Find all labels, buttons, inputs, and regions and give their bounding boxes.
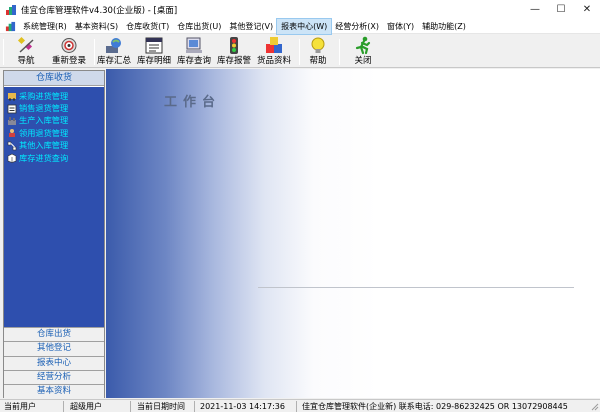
relogin-button[interactable]: 重新登录 xyxy=(47,36,91,67)
divider-line xyxy=(258,287,574,288)
goods-info-label: 货品资料 xyxy=(256,56,291,66)
nav-button[interactable]: 导航 xyxy=(10,36,42,67)
group-list: 仓库出货 其他登记 报表中心 经营分析 基本资料 xyxy=(4,327,104,399)
group-other-register[interactable]: 其他登记 xyxy=(4,341,104,356)
status-bar: 当前用户 超级用户 当前日期时间 2021-11-03 14:17:36 佳宜仓… xyxy=(0,399,600,412)
group-header-receiving[interactable]: 仓库收货 xyxy=(4,71,104,86)
nav-label: 导航 xyxy=(17,56,35,66)
task-label: 其他入库管理 xyxy=(19,140,69,151)
group-report-center[interactable]: 报表中心 xyxy=(4,355,104,370)
stock-query-icon xyxy=(7,153,17,163)
menu-basic-data[interactable]: 基本资料(S) xyxy=(71,19,122,34)
inventory-detail-button[interactable]: 库存明细 xyxy=(135,36,173,67)
window-controls: — ☐ ✕ xyxy=(522,0,600,19)
inventory-summary-icon xyxy=(106,38,121,53)
production-icon xyxy=(8,116,16,125)
close-button[interactable]: 关闭 xyxy=(348,36,378,67)
workbench-title: 工作台 xyxy=(164,95,222,110)
group-shipping[interactable]: 仓库出货 xyxy=(4,327,104,342)
menu-aux-functions[interactable]: 辅助功能(Z) xyxy=(418,19,470,34)
task-label: 库存进货查询 xyxy=(19,152,69,163)
toolbar-separator xyxy=(299,39,300,65)
task-label: 生产入库管理 xyxy=(19,115,69,126)
task-purchase[interactable]: 采购进货管理 xyxy=(4,90,104,102)
menu-bar: 系统管理(R) 基本资料(S) 仓库收货(T) 仓库出货(U) 其他登记(V) … xyxy=(0,17,600,35)
task-label: 领用退货管理 xyxy=(19,127,69,138)
lightbulb-icon xyxy=(311,37,325,53)
goods-info-button[interactable]: 货品资料 xyxy=(255,36,293,67)
task-other-inbound[interactable]: 其他入库管理 xyxy=(4,140,104,152)
sales-return-icon xyxy=(7,104,17,113)
desktop-area: 工作台 xyxy=(106,69,600,398)
minimize-button[interactable]: — xyxy=(522,0,548,19)
menu-shipping[interactable]: 仓库出货(U) xyxy=(173,19,225,34)
task-sales-return[interactable]: 销售退货管理 xyxy=(4,102,104,114)
status-date-label: 当前日期时间 xyxy=(137,402,185,411)
inventory-detail-label: 库存明细 xyxy=(136,56,171,66)
inventory-alarm-label: 库存报警 xyxy=(216,56,251,66)
status-user-label: 当前用户 xyxy=(4,402,36,411)
menu-receiving[interactable]: 仓库收货(T) xyxy=(122,19,173,34)
group-body-receiving: 采购进货管理 销售退货管理 生产入库管理 领用退货管理 其他入库管理 库存进货查… xyxy=(4,87,104,327)
status-separator xyxy=(194,401,195,412)
status-user-value: 超级用户 xyxy=(70,402,102,411)
title-bar: 佳宜仓库管理软件v4.30(企业版) - [桌面] — ☐ ✕ xyxy=(0,0,600,19)
relogin-icon xyxy=(61,38,77,53)
window-title: 佳宜仓库管理软件v4.30(企业版) - [桌面] xyxy=(21,5,178,16)
help-label: 帮助 xyxy=(309,56,327,66)
inventory-summary-button[interactable]: 库存汇总 xyxy=(95,36,133,67)
group-business-analysis[interactable]: 经营分析 xyxy=(4,369,104,385)
inventory-detail-icon xyxy=(145,37,163,54)
inventory-query-label: 库存查询 xyxy=(176,56,211,66)
close-window-button[interactable]: ✕ xyxy=(574,0,600,19)
status-separator xyxy=(130,401,131,412)
close-label: 关闭 xyxy=(354,56,372,66)
task-label: 采购进货管理 xyxy=(19,90,69,101)
requisition-return-icon xyxy=(9,129,15,138)
app-icon xyxy=(6,4,16,15)
left-nav-panel: 仓库收货 采购进货管理 销售退货管理 生产入库管理 领用退货管理 其他入库管理 xyxy=(3,70,105,399)
status-company-info: 佳宜仓库管理软件(企业新) 联系电话: 029-86232425 OR 1307… xyxy=(302,402,568,411)
app-window: 佳宜仓库管理软件v4.30(企业版) - [桌面] — ☐ ✕ 系统管理(R) … xyxy=(0,0,600,412)
traffic-light-icon xyxy=(230,37,238,54)
inventory-query-icon xyxy=(186,37,202,53)
task-production[interactable]: 生产入库管理 xyxy=(4,115,104,127)
menu-other-register[interactable]: 其他登记(V) xyxy=(225,19,277,34)
menu-system[interactable]: 系统管理(R) xyxy=(19,19,71,34)
running-man-icon xyxy=(355,36,371,55)
relogin-label: 重新登录 xyxy=(51,56,86,66)
menu-report-center[interactable]: 报表中心(W) xyxy=(276,17,333,35)
navigation-icon xyxy=(17,36,34,53)
toolbar-grip xyxy=(3,39,4,65)
task-stock-query[interactable]: 库存进货查询 xyxy=(4,152,104,164)
inventory-query-button[interactable]: 库存查询 xyxy=(175,36,213,67)
menu-business-analysis[interactable]: 经营分析(X) xyxy=(331,19,383,34)
toolbar: 导航 重新登录 库存汇总 库存明细 库存查询 库存报警 货品资料 帮助 关闭 xyxy=(0,35,600,68)
group-basic-data[interactable]: 基本资料 xyxy=(4,384,104,399)
maximize-button[interactable]: ☐ xyxy=(548,0,574,19)
resize-grip-icon[interactable] xyxy=(590,402,599,411)
status-separator xyxy=(296,401,297,412)
inventory-alarm-button[interactable]: 库存报警 xyxy=(215,36,253,67)
purchase-icon xyxy=(8,93,16,101)
mdi-child-icon[interactable] xyxy=(5,21,16,32)
menu-window[interactable]: 窗体(Y) xyxy=(383,19,418,34)
other-inbound-icon xyxy=(7,141,17,151)
goods-info-icon xyxy=(266,37,282,53)
help-button[interactable]: 帮助 xyxy=(303,36,333,67)
task-label: 销售退货管理 xyxy=(19,103,69,114)
inventory-summary-label: 库存汇总 xyxy=(96,56,131,66)
task-requisition-return[interactable]: 领用退货管理 xyxy=(4,127,104,139)
status-date-value: 2021-11-03 14:17:36 xyxy=(200,402,285,411)
status-separator xyxy=(63,401,64,412)
toolbar-separator xyxy=(339,39,340,65)
